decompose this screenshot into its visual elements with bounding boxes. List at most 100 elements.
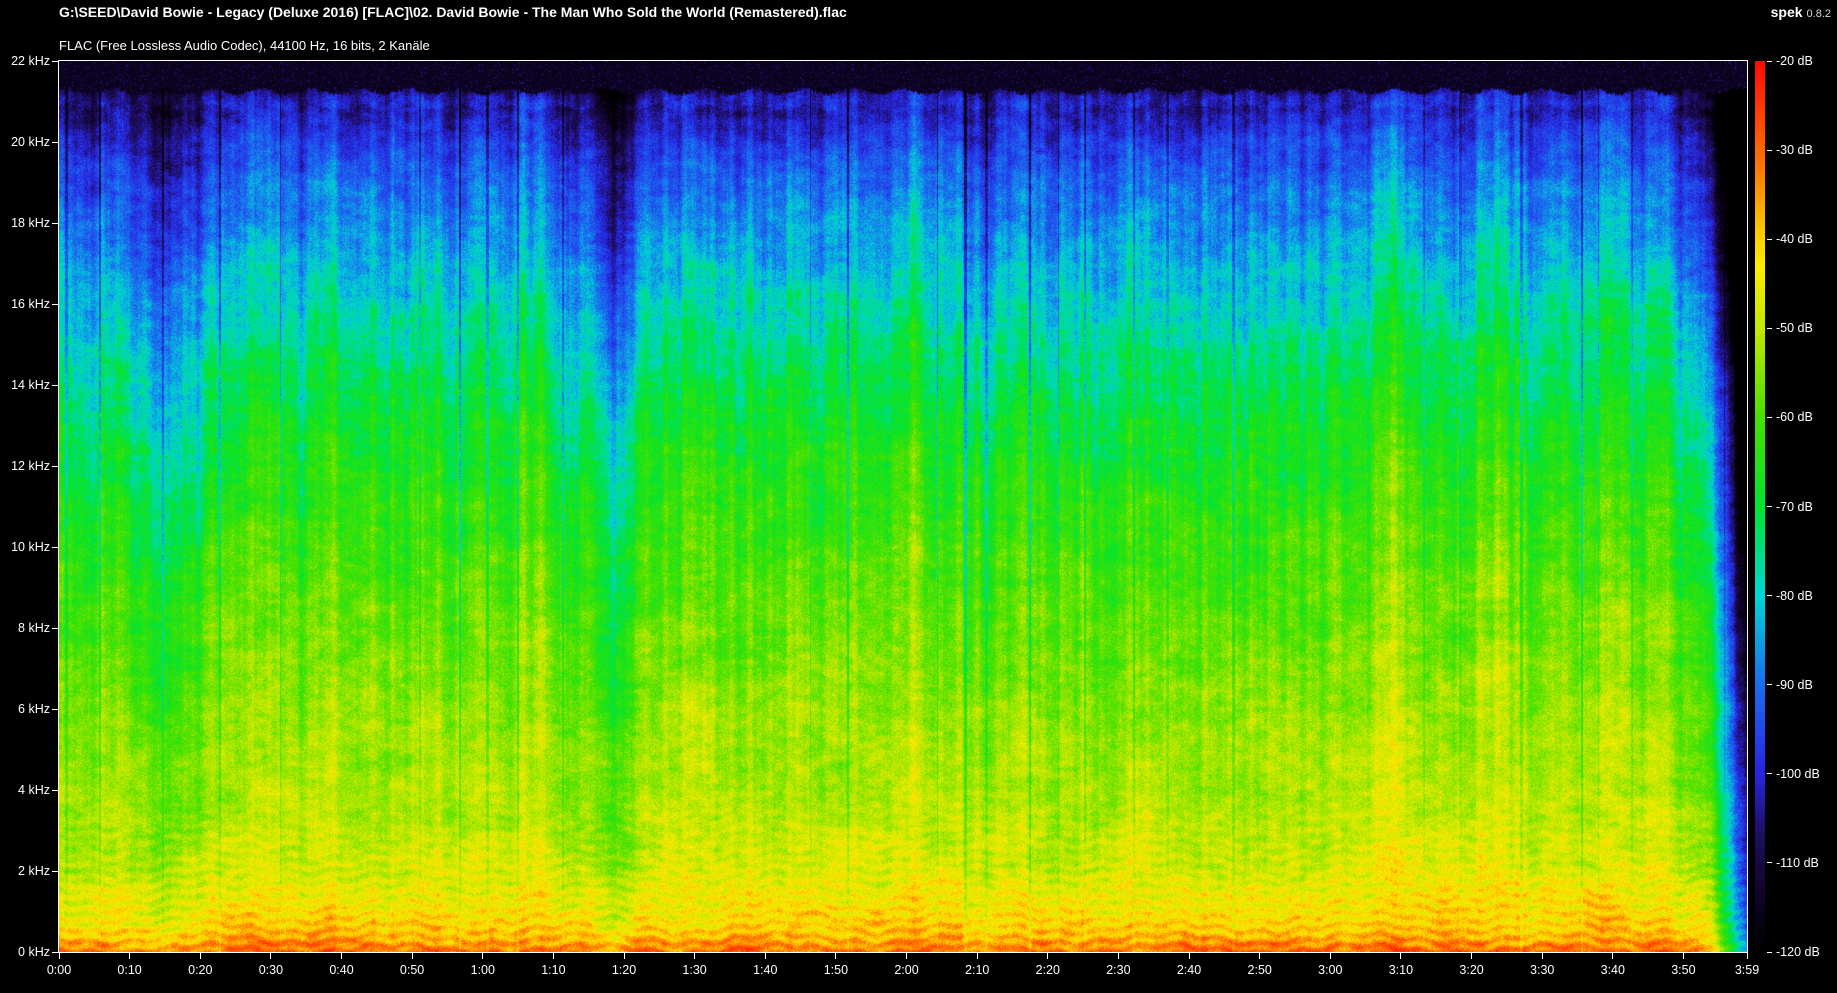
time-tick-label: 0:30 bbox=[258, 963, 284, 977]
db-tick-label: -70 dB bbox=[1776, 499, 1813, 514]
time-tick-mark bbox=[1682, 953, 1684, 959]
freq-tick-label: 10 kHz bbox=[11, 540, 50, 554]
time-tick-mark bbox=[58, 953, 60, 959]
time-tick-mark bbox=[1259, 953, 1261, 959]
time-tick-label: 3:50 bbox=[1671, 963, 1696, 977]
time-tick-mark bbox=[623, 953, 625, 959]
db-tick-mark bbox=[1767, 773, 1772, 775]
time-tick-mark bbox=[906, 953, 907, 959]
db-tick-mark bbox=[1767, 595, 1772, 597]
freq-tick-label: 12 kHz bbox=[11, 459, 50, 473]
app-brand: spek 0.8.2 bbox=[1771, 4, 1831, 22]
time-tick-label: 3:10 bbox=[1388, 963, 1414, 977]
time-tick-label: 1:40 bbox=[753, 963, 778, 977]
db-tick-label: -60 dB bbox=[1776, 410, 1813, 425]
colorbar bbox=[1755, 61, 1765, 952]
time-tick-mark bbox=[411, 953, 413, 959]
db-tick-mark bbox=[1767, 327, 1772, 329]
app-version: 0.8.2 bbox=[1806, 8, 1831, 20]
time-tick-label: 0:50 bbox=[399, 963, 425, 977]
freq-tick-label: 6 kHz bbox=[18, 702, 50, 716]
time-tick-mark bbox=[764, 953, 766, 959]
time-tick-mark bbox=[1746, 953, 1748, 959]
time-tick-label: 3:00 bbox=[1318, 963, 1343, 977]
time-tick-mark bbox=[129, 953, 131, 959]
freq-tick-label: 8 kHz bbox=[18, 621, 50, 635]
time-tick-label: 0:00 bbox=[46, 963, 72, 977]
freq-tick-mark bbox=[52, 951, 58, 953]
db-tick-label: -90 dB bbox=[1776, 677, 1813, 692]
db-tick-label: -110 dB bbox=[1776, 855, 1819, 870]
audio-format-info: FLAC (Free Lossless Audio Codec), 44100 … bbox=[59, 38, 430, 53]
spek-window: G:\SEED\David Bowie - Legacy (Deluxe 201… bbox=[0, 0, 1837, 993]
time-tick-mark bbox=[199, 953, 201, 959]
db-tick-label: -30 dB bbox=[1776, 143, 1813, 158]
freq-tick-mark bbox=[52, 384, 58, 386]
freq-tick-label: 16 kHz bbox=[11, 297, 50, 311]
time-tick-label: 1:20 bbox=[611, 963, 637, 977]
time-tick-mark bbox=[976, 953, 978, 959]
file-path-title: G:\SEED\David Bowie - Legacy (Deluxe 201… bbox=[59, 4, 847, 20]
time-tick-mark bbox=[1612, 953, 1614, 959]
time-tick-label: 3:59 bbox=[1734, 963, 1760, 977]
freq-tick-label: 0 kHz bbox=[18, 945, 50, 959]
freq-tick-mark bbox=[52, 222, 58, 224]
spectrogram-canvas bbox=[59, 61, 1747, 952]
time-tick-label: 3:40 bbox=[1600, 963, 1625, 977]
db-tick-mark bbox=[1767, 60, 1772, 62]
time-tick-mark bbox=[1117, 953, 1119, 959]
db-tick-label: -50 dB bbox=[1776, 321, 1813, 336]
db-tick-mark bbox=[1767, 684, 1772, 686]
freq-tick-mark bbox=[52, 789, 58, 791]
time-tick-label: 0:10 bbox=[117, 963, 142, 977]
time-tick-label: 1:00 bbox=[470, 963, 495, 977]
freq-tick-label: 22 kHz bbox=[11, 54, 50, 68]
freq-tick-label: 18 kHz bbox=[11, 216, 50, 230]
time-tick-label: 3:20 bbox=[1459, 963, 1484, 977]
time-tick-mark bbox=[552, 953, 554, 959]
db-tick-mark bbox=[1767, 149, 1772, 151]
freq-tick-mark bbox=[52, 465, 58, 467]
time-tick-label: 2:10 bbox=[965, 963, 990, 977]
freq-tick-mark bbox=[52, 627, 58, 629]
freq-tick-mark bbox=[52, 708, 58, 710]
db-tick-label: -80 dB bbox=[1776, 588, 1813, 603]
time-tick-mark bbox=[1188, 953, 1190, 959]
freq-tick-label: 2 kHz bbox=[18, 864, 50, 878]
time-tick-label: 1:10 bbox=[541, 963, 566, 977]
db-tick-mark bbox=[1767, 951, 1772, 953]
time-tick-label: 2:00 bbox=[894, 963, 919, 977]
time-tick-mark bbox=[835, 953, 837, 959]
db-tick-label: -40 dB bbox=[1776, 232, 1813, 247]
freq-tick-mark bbox=[52, 870, 58, 872]
db-tick-label: -120 dB bbox=[1776, 945, 1820, 959]
time-tick-mark bbox=[1400, 953, 1402, 959]
time-tick-label: 2:30 bbox=[1106, 963, 1131, 977]
app-name: spek bbox=[1770, 4, 1803, 20]
db-tick-label: -20 dB bbox=[1776, 54, 1813, 68]
time-tick-mark bbox=[694, 953, 696, 959]
time-tick-mark bbox=[341, 953, 342, 959]
freq-tick-label: 4 kHz bbox=[18, 783, 50, 797]
time-tick-label: 2:50 bbox=[1247, 963, 1272, 977]
time-tick-label: 2:20 bbox=[1035, 963, 1060, 977]
time-tick-label: 1:50 bbox=[823, 963, 849, 977]
time-tick-label: 0:40 bbox=[329, 963, 354, 977]
time-tick-mark bbox=[482, 953, 484, 959]
time-tick-mark bbox=[1471, 953, 1473, 959]
db-tick-label: -100 dB bbox=[1776, 766, 1820, 781]
time-tick-mark bbox=[270, 953, 272, 959]
freq-tick-mark bbox=[52, 60, 58, 62]
time-tick-label: 3:30 bbox=[1530, 963, 1555, 977]
db-tick-mark bbox=[1767, 862, 1772, 864]
freq-tick-mark bbox=[52, 303, 58, 305]
time-tick-mark bbox=[1541, 953, 1543, 959]
time-tick-label: 1:30 bbox=[682, 963, 707, 977]
time-tick-mark bbox=[1329, 953, 1331, 959]
spectrogram-frame bbox=[58, 60, 1748, 953]
time-tick-mark bbox=[1047, 953, 1049, 959]
db-tick-mark bbox=[1767, 238, 1772, 240]
time-tick-label: 2:40 bbox=[1176, 963, 1202, 977]
freq-tick-mark bbox=[52, 546, 58, 548]
time-tick-label: 0:20 bbox=[188, 963, 213, 977]
